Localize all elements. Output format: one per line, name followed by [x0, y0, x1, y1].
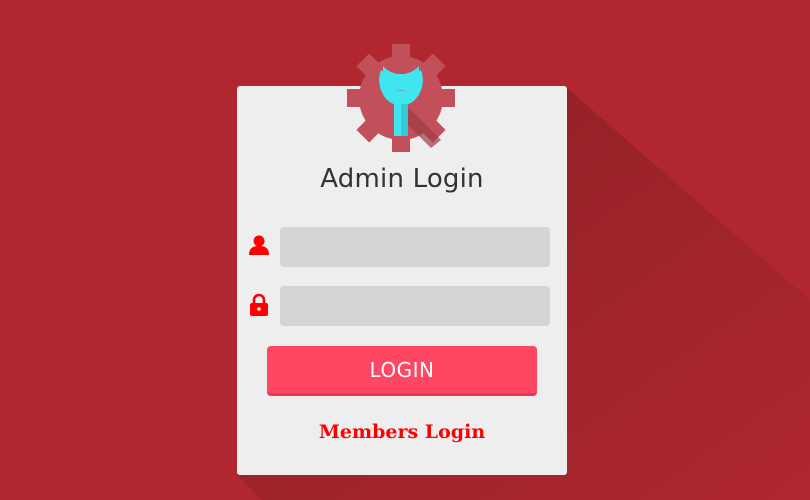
- password-input[interactable]: [280, 286, 550, 326]
- user-icon: [249, 235, 269, 255]
- lock-icon: [250, 293, 268, 316]
- username-input[interactable]: [280, 227, 550, 267]
- page-title: Admin Login: [320, 164, 484, 194]
- gear-wrench-icon: [347, 44, 455, 152]
- login-button[interactable]: LOGIN: [267, 346, 537, 396]
- members-login-link[interactable]: Members Login: [237, 421, 567, 443]
